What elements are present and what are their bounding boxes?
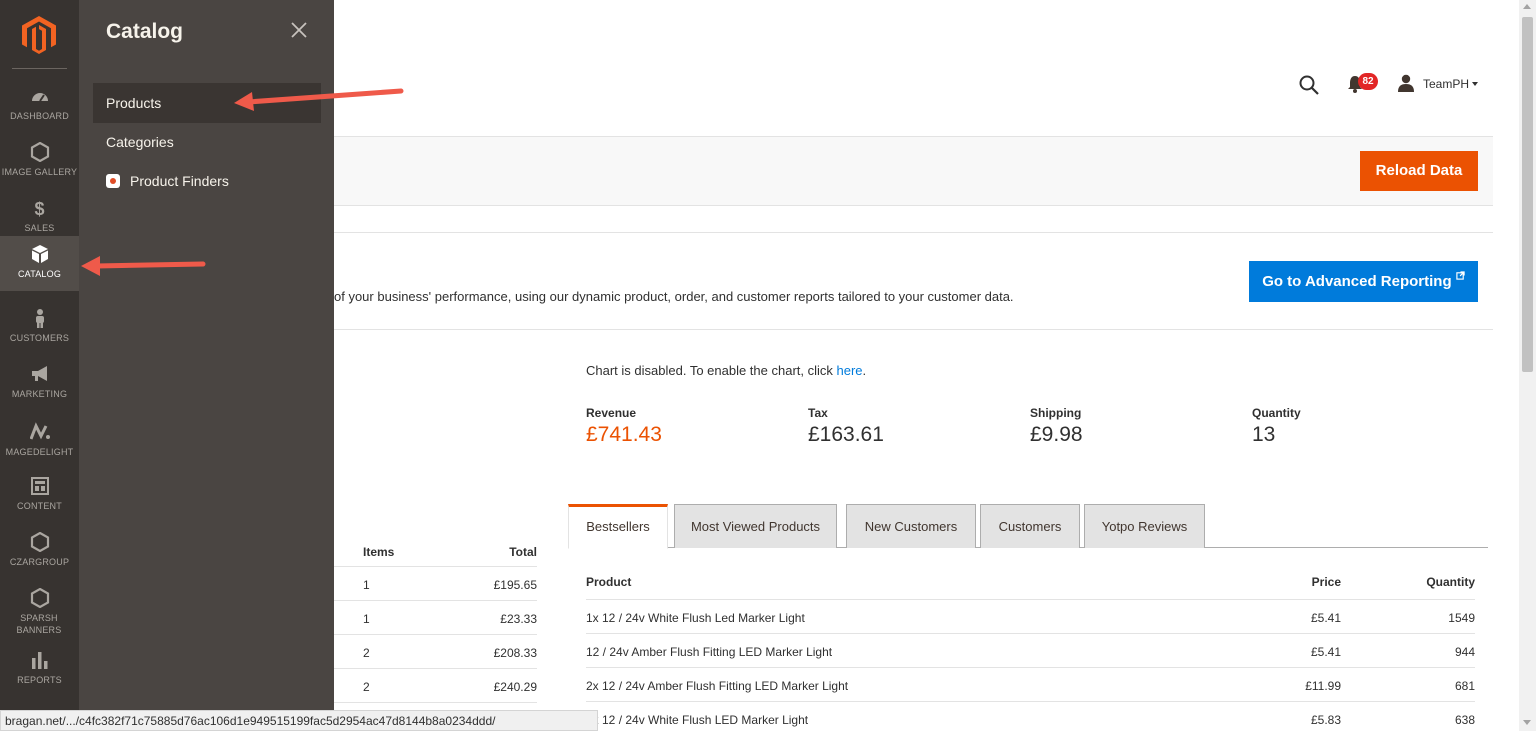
stat-shipping: Shipping £9.98 (1030, 406, 1083, 446)
advanced-reporting-description: of your business' performance, using our… (334, 289, 1014, 304)
notification-count-badge[interactable]: 82 (1358, 73, 1378, 90)
flyout-item-label: Categories (106, 134, 174, 150)
external-link-icon (1456, 271, 1465, 280)
logo-divider (12, 68, 67, 69)
stat-revenue: Revenue £741.43 (586, 406, 662, 446)
last-orders-table: Items Total 1 £195.65 1 £23.33 2 £208.33… (334, 537, 537, 703)
box-icon (0, 244, 79, 266)
scroll-up-arrow-icon[interactable] (1523, 4, 1531, 9)
table-header: Items Total (334, 537, 537, 567)
search-icon[interactable] (1298, 74, 1320, 96)
enable-chart-link[interactable]: here (837, 363, 863, 378)
layout-icon (0, 476, 79, 498)
table-row[interactable]: 2 £208.33 (334, 635, 537, 669)
divider (334, 329, 1493, 330)
advanced-reporting-button[interactable]: Go to Advanced Reporting (1249, 261, 1478, 302)
tab-bestsellers[interactable]: Bestsellers (568, 504, 668, 549)
tab-most-viewed-products[interactable]: Most Viewed Products (674, 504, 837, 548)
nav-magedelight[interactable]: MAGEDELIGHT (0, 414, 79, 469)
stat-tax: Tax £163.61 (808, 406, 884, 446)
bestsellers-table: Product Price Quantity 1x 12 / 24v White… (586, 566, 1475, 731)
scroll-down-arrow-icon[interactable] (1523, 720, 1531, 725)
status-bar-url: bragan.net/.../c4fc382f71c75885d76ac106d… (0, 710, 598, 731)
table-header: Product Price Quantity (586, 566, 1475, 600)
flyout-item-products[interactable]: Products (93, 83, 321, 123)
flyout-item-categories[interactable]: Categories (93, 122, 321, 162)
person-icon (0, 308, 79, 330)
nav-marketing[interactable]: MARKETING (0, 356, 79, 411)
divider (334, 232, 1493, 233)
dashboard-icon (0, 86, 79, 108)
nav-sparsh-banners[interactable]: SPARSH BANNERS (0, 580, 79, 640)
nav-content[interactable]: CONTENT (0, 468, 79, 523)
nav-reports[interactable]: REPORTS (0, 642, 79, 697)
reload-data-button[interactable]: Reload Data (1360, 151, 1478, 191)
advanced-reporting-label: Go to Advanced Reporting (1262, 273, 1452, 290)
table-row[interactable]: 1 £23.33 (334, 601, 537, 635)
nav-image-gallery[interactable]: IMAGE GALLERY (0, 134, 79, 189)
table-row[interactable]: 2x 12 / 24v White Flush LED Marker Light… (586, 702, 1475, 731)
table-row[interactable]: 12 / 24v Amber Flush Fitting LED Marker … (586, 634, 1475, 668)
user-icon[interactable] (1397, 74, 1415, 92)
table-row[interactable]: 1x 12 / 24v White Flush Led Marker Light… (586, 600, 1475, 634)
table-row[interactable]: 2x 12 / 24v Amber Flush Fitting LED Mark… (586, 668, 1475, 702)
magedelight-icon (0, 422, 79, 444)
nav-czargroup[interactable]: CZARGROUP (0, 524, 79, 579)
page-actions-bar (334, 136, 1493, 206)
flyout-item-product-finders[interactable]: Product Finders (93, 161, 321, 201)
flyout-item-label: Products (106, 95, 162, 111)
flyout-title: Catalog (106, 20, 184, 43)
flyout-item-label: Product Finders (130, 173, 229, 189)
magento-logo[interactable] (22, 16, 56, 54)
megaphone-icon (0, 364, 79, 386)
user-name[interactable]: TeamPH (1423, 77, 1469, 91)
table-row[interactable]: 1 £195.65 (334, 567, 537, 601)
hexagon-icon (0, 141, 79, 164)
chart-disabled-note: Chart is disabled. To enable the chart, … (586, 363, 867, 378)
tab-new-customers[interactable]: New Customers (846, 504, 976, 548)
product-finder-icon (106, 174, 120, 188)
stat-quantity: Quantity 13 (1252, 406, 1301, 446)
bar-chart-icon (0, 650, 79, 672)
tab-customers[interactable]: Customers (980, 504, 1080, 548)
hexagon-icon (0, 531, 79, 554)
admin-sidebar: DASHBOARD IMAGE GALLERY $ SALES CATALOG … (0, 0, 79, 731)
tab-yotpo-reviews[interactable]: Yotpo Reviews (1084, 504, 1205, 548)
chevron-down-icon[interactable] (1472, 82, 1478, 86)
hexagon-icon (0, 587, 79, 610)
nav-catalog[interactable]: CATALOG (0, 236, 79, 291)
close-icon[interactable] (289, 20, 309, 40)
catalog-flyout: Catalog Products Categories Product Find… (79, 0, 334, 731)
scrollbar-thumb[interactable] (1522, 17, 1533, 372)
table-row[interactable]: 2 £240.29 (334, 669, 537, 703)
nav-customers[interactable]: CUSTOMERS (0, 300, 79, 355)
dollar-icon: $ (34, 199, 45, 219)
nav-dashboard[interactable]: DASHBOARD (0, 78, 79, 133)
